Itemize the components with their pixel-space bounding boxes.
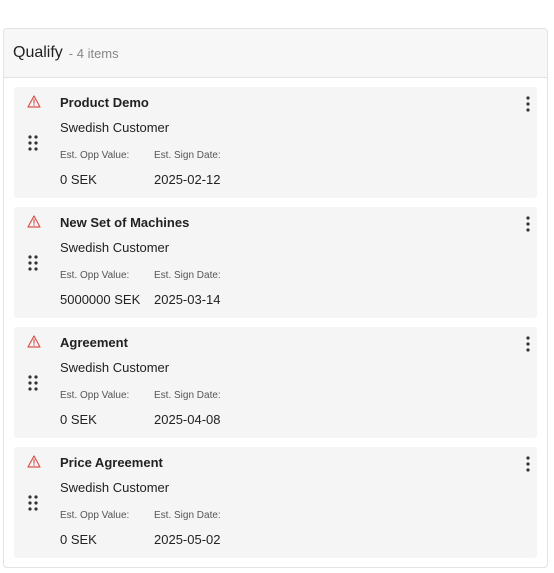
warning-triangle-icon (27, 455, 41, 468)
sign-date-label: Est. Sign Date: (154, 150, 221, 161)
opportunity-card[interactable]: Product Demo Swedish Customer Est. Opp V… (14, 87, 537, 198)
card-customer: Swedish Customer (60, 240, 170, 255)
warning-triangle-icon (27, 215, 41, 228)
column-item-count: - 4 items (68, 45, 119, 61)
warning-triangle-icon (27, 95, 41, 108)
drag-handle-icon[interactable] (28, 135, 38, 151)
card-customer: Swedish Customer (60, 360, 170, 375)
sign-date: 2025-02-12 (154, 172, 221, 187)
card-title[interactable]: Product Demo (60, 95, 149, 110)
sign-date: 2025-04-08 (154, 412, 221, 427)
kebab-menu-icon[interactable] (525, 336, 531, 352)
sign-date-label: Est. Sign Date: (154, 270, 221, 281)
card-customer: Swedish Customer (60, 480, 170, 495)
opp-value: 0 SEK (60, 172, 97, 187)
drag-handle-icon[interactable] (28, 495, 38, 511)
opp-value: 5000000 SEK (60, 292, 141, 307)
opp-value-label: Est. Opp Value: (60, 150, 130, 161)
card-customer: Swedish Customer (60, 120, 170, 135)
pipeline-column-qualify: Qualify - 4 items Product Demo Swedish C… (3, 28, 548, 568)
opp-value: 0 SEK (60, 532, 97, 547)
card-title[interactable]: New Set of Machines (60, 215, 189, 230)
opportunity-card[interactable]: Agreement Swedish Customer Est. Opp Valu… (14, 327, 537, 438)
opportunity-card[interactable]: New Set of Machines Swedish Customer Est… (14, 207, 537, 318)
opp-value: 0 SEK (60, 412, 97, 427)
sign-date-label: Est. Sign Date: (154, 390, 221, 401)
sign-date: 2025-03-14 (154, 292, 221, 307)
column-header: Qualify - 4 items (4, 29, 547, 78)
card-title[interactable]: Price Agreement (60, 455, 163, 470)
card-title[interactable]: Agreement (60, 335, 128, 350)
column-title: Qualify (13, 44, 63, 61)
opp-value-label: Est. Opp Value: (60, 390, 130, 401)
sign-date: 2025-05-02 (154, 532, 221, 547)
kebab-menu-icon[interactable] (525, 456, 531, 472)
opportunity-card[interactable]: Price Agreement Swedish Customer Est. Op… (14, 447, 537, 558)
opp-value-label: Est. Opp Value: (60, 510, 130, 521)
kebab-menu-icon[interactable] (525, 216, 531, 232)
drag-handle-icon[interactable] (28, 255, 38, 271)
warning-triangle-icon (27, 335, 41, 348)
sign-date-label: Est. Sign Date: (154, 510, 221, 521)
opp-value-label: Est. Opp Value: (60, 270, 130, 281)
drag-handle-icon[interactable] (28, 375, 38, 391)
kebab-menu-icon[interactable] (525, 96, 531, 112)
card-list: Product Demo Swedish Customer Est. Opp V… (4, 78, 547, 558)
